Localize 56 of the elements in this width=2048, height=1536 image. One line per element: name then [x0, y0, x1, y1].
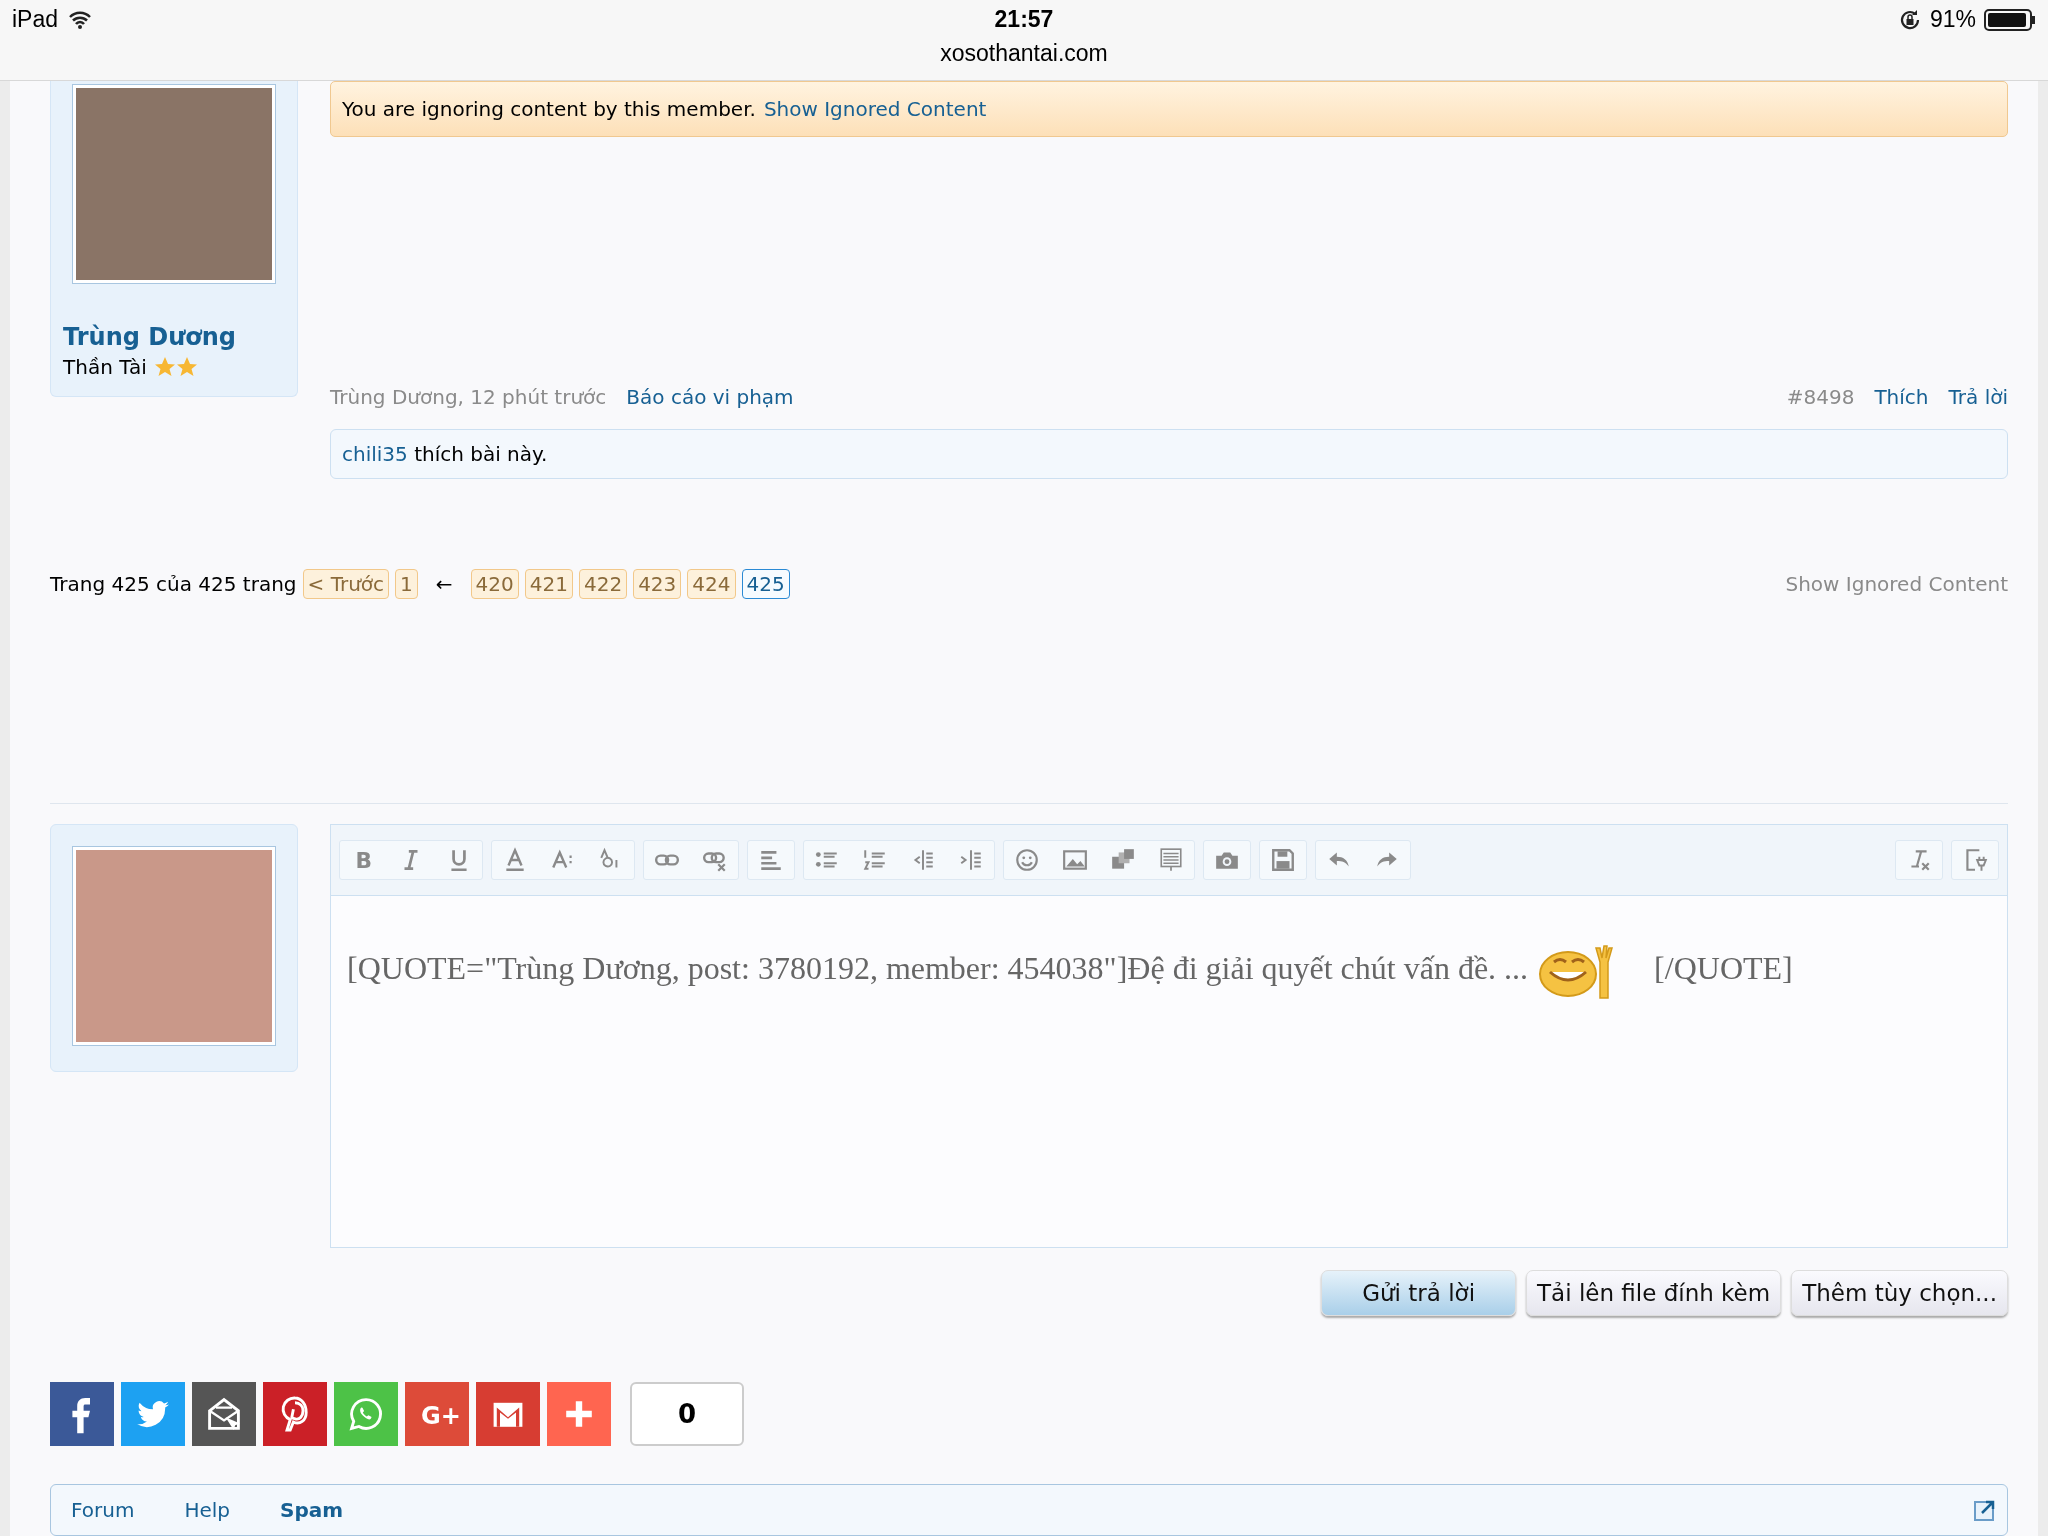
gmail-icon[interactable]: [476, 1382, 540, 1446]
page-button[interactable]: 1: [395, 569, 418, 599]
twitter-icon[interactable]: [121, 1382, 185, 1446]
likes-text: thích bài này.: [413, 442, 548, 466]
clock-time: 21:57: [994, 6, 1054, 32]
show-ignored-link[interactable]: Show Ignored Content: [763, 97, 987, 121]
page-button[interactable]: 425: [741, 569, 790, 599]
google-plus-icon[interactable]: G+: [405, 1382, 469, 1446]
reply-editor[interactable]: B [QUOTE="Trùng Dương, post: 3780192, member: 454038"]Đệ đi giải quyết chút vấn đề. ... [/QUOTE]: [330, 824, 2008, 1248]
action-button[interactable]: Gửi trả lời: [1321, 1270, 1517, 1316]
numbered-list-icon[interactable]: [862, 847, 888, 873]
page-button[interactable]: 421: [524, 569, 573, 599]
breadcrumb-link[interactable]: Spam: [280, 1498, 344, 1522]
battery-percent: 91%: [1929, 6, 1976, 33]
pinterest-icon[interactable]: [263, 1382, 327, 1446]
user-rank: Thần Tài: [63, 355, 147, 379]
page-gap-arrow: ←: [435, 572, 453, 596]
image-icon[interactable]: [1062, 847, 1088, 873]
share-count: 0: [630, 1382, 744, 1446]
report-link[interactable]: Báo cáo vi phạm: [626, 385, 794, 409]
notice-text: You are ignoring content by this member.: [342, 97, 756, 121]
page-label: Trang 425 của 425 trang: [50, 572, 297, 596]
battery-icon: [1984, 7, 2036, 32]
page-button[interactable]: 422: [578, 569, 628, 599]
quote-text: [QUOTE="Trùng Dương, post: 3780192, member: 454038"]Đệ đi giải quyết chút vấn đề. ...: [347, 949, 1529, 987]
action-button[interactable]: Thêm tùy chọn...: [1791, 1270, 2008, 1316]
avatar-photo-placeholder[interactable]: [73, 847, 275, 1045]
facebook-icon[interactable]: [50, 1382, 114, 1446]
post-number[interactable]: #8498: [1786, 385, 1855, 409]
breadcrumb-link[interactable]: Help: [184, 1498, 231, 1522]
page-button[interactable]: 423: [633, 569, 682, 599]
whatsapp-icon[interactable]: [334, 1382, 398, 1446]
email-icon[interactable]: [192, 1382, 256, 1446]
quote-close-text: [/QUOTE]: [1654, 949, 1793, 987]
avatar-photo-placeholder[interactable]: [73, 85, 275, 283]
reply-link[interactable]: Trả lời: [1948, 385, 2008, 409]
smiley-icon[interactable]: [1014, 847, 1040, 873]
page-button[interactable]: 420: [470, 569, 519, 599]
previous-page-button[interactable]: < Trước: [302, 569, 390, 599]
breadcrumb-link[interactable]: Forum: [71, 1498, 135, 1522]
post-author-time: Trùng Dương, 12 phút trước: [330, 385, 607, 409]
device-name: iPad: [12, 6, 59, 33]
bold-icon[interactable]: B: [350, 847, 376, 873]
show-ignored-link[interactable]: Show Ignored Content: [1785, 572, 2008, 596]
action-button[interactable]: Tải lên file đính kèm: [1526, 1270, 1782, 1316]
template-icon[interactable]: [1158, 847, 1184, 873]
page-button[interactable]: 424: [687, 569, 736, 599]
like-link[interactable]: Thích: [1874, 385, 1929, 409]
external-link-icon[interactable]: [1973, 1498, 1997, 1522]
username[interactable]: Trùng Dương: [51, 283, 297, 351]
liker-link[interactable]: chili35: [342, 442, 408, 466]
indent-icon[interactable]: [958, 847, 984, 873]
save-icon[interactable]: [1270, 847, 1296, 873]
wifi-icon: [68, 9, 93, 30]
plus-icon[interactable]: [547, 1382, 611, 1446]
url-text[interactable]: xosothantai.com: [940, 40, 1108, 66]
